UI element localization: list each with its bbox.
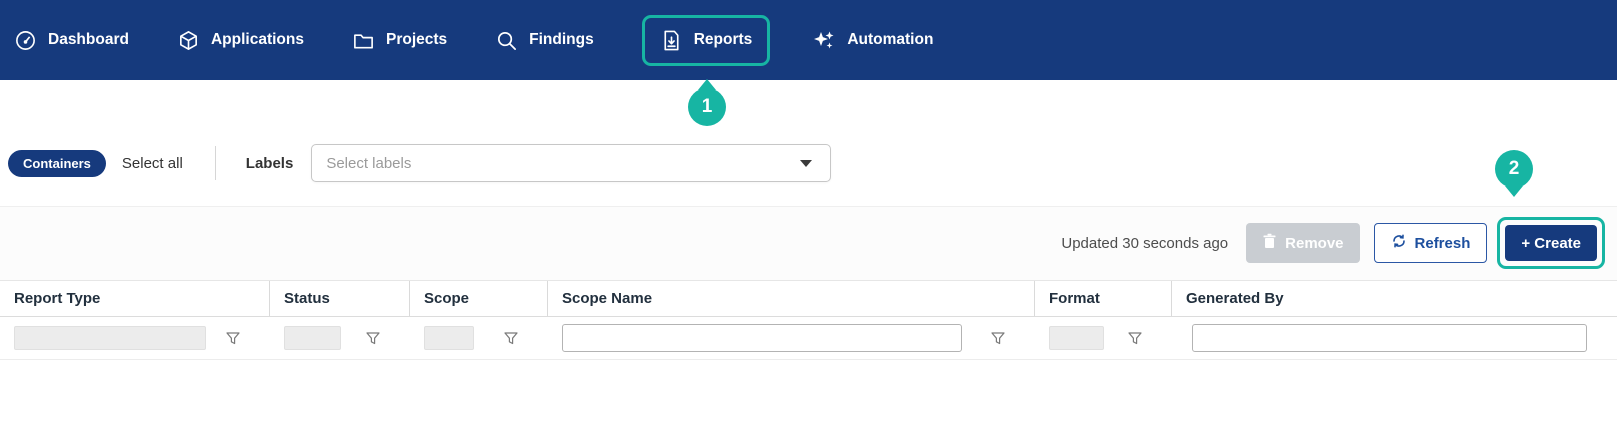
trash-icon xyxy=(1262,233,1277,253)
filter-funnel-icon[interactable] xyxy=(1128,332,1142,345)
reports-icon xyxy=(660,29,683,52)
filter-cell-report-type xyxy=(0,317,270,359)
nav-label: Applications xyxy=(211,31,304,49)
nav-label: Projects xyxy=(386,31,447,49)
scope-filter-input[interactable] xyxy=(424,326,474,350)
containers-pill[interactable]: Containers xyxy=(8,150,106,177)
refresh-button-label: Refresh xyxy=(1415,235,1471,252)
nav-label: Findings xyxy=(529,31,594,49)
nav-item-findings[interactable]: Findings xyxy=(495,29,594,52)
select-all-option[interactable]: Select all xyxy=(122,155,183,172)
nav-item-dashboard[interactable]: Dashboard xyxy=(14,29,129,52)
report-type-filter-input[interactable] xyxy=(14,326,206,350)
automation-sparkles-icon xyxy=(812,28,836,52)
column-header-status: Status xyxy=(270,281,410,316)
nav-item-automation[interactable]: Automation xyxy=(812,28,933,52)
top-navbar: Dashboard Applications Projects Findings xyxy=(0,0,1617,80)
nav-item-applications[interactable]: Applications xyxy=(177,29,304,52)
table-header-row: Report Type Status Scope Scope Name Form… xyxy=(0,280,1617,317)
select-labels-dropdown[interactable]: Select labels xyxy=(311,144,831,182)
column-header-format: Format xyxy=(1035,281,1172,316)
table-filter-row xyxy=(0,317,1617,360)
filter-bar: Containers Select all Labels Select labe… xyxy=(8,142,1617,184)
annotation-pin-1-label: 1 xyxy=(702,96,713,118)
create-button[interactable]: + Create xyxy=(1505,225,1597,261)
step2-highlight-box: + Create xyxy=(1497,217,1605,269)
toolbar: Updated 30 seconds ago Remove Refresh + … xyxy=(1061,218,1605,268)
filter-cell-scope xyxy=(410,317,548,359)
column-header-generated-by: Generated By xyxy=(1172,281,1617,316)
filter-cell-generated-by xyxy=(1172,317,1617,359)
filter-funnel-icon[interactable] xyxy=(226,332,240,345)
filter-cell-format xyxy=(1035,317,1172,359)
column-header-scope: Scope xyxy=(410,281,548,316)
step1-highlight-box: Reports xyxy=(642,15,771,66)
scope-name-filter-input[interactable] xyxy=(562,324,962,352)
nav-label: Reports xyxy=(694,31,753,49)
nav-item-projects[interactable]: Projects xyxy=(352,29,447,52)
labels-label: Labels xyxy=(246,155,294,172)
nav-item-reports[interactable]: Reports xyxy=(660,29,753,52)
filter-funnel-icon[interactable] xyxy=(366,332,380,345)
column-header-report-type: Report Type xyxy=(0,281,270,316)
remove-button[interactable]: Remove xyxy=(1246,223,1359,263)
create-button-label: + Create xyxy=(1521,235,1581,252)
annotation-pin-2: 2 xyxy=(1495,150,1533,188)
status-filter-input[interactable] xyxy=(284,326,341,350)
updated-status-text: Updated 30 seconds ago xyxy=(1061,235,1228,252)
annotation-pin-1: 1 xyxy=(688,88,726,126)
refresh-icon xyxy=(1391,233,1407,253)
chevron-down-icon xyxy=(800,160,812,167)
filter-cell-status xyxy=(270,317,410,359)
column-header-scope-name: Scope Name xyxy=(548,281,1035,316)
filter-funnel-icon[interactable] xyxy=(991,332,1005,345)
remove-button-label: Remove xyxy=(1285,235,1343,252)
divider xyxy=(215,146,216,180)
annotation-pin-2-label: 2 xyxy=(1509,158,1520,180)
select-labels-placeholder: Select labels xyxy=(326,155,800,172)
projects-icon xyxy=(352,29,375,52)
refresh-button[interactable]: Refresh xyxy=(1374,223,1488,263)
findings-icon xyxy=(495,29,518,52)
filter-funnel-icon[interactable] xyxy=(504,332,518,345)
filter-cell-scope-name xyxy=(548,317,1035,359)
nav-label: Dashboard xyxy=(48,31,129,49)
dashboard-icon xyxy=(14,29,37,52)
generated-by-filter-input[interactable] xyxy=(1192,324,1587,352)
format-filter-input[interactable] xyxy=(1049,326,1104,350)
applications-icon xyxy=(177,29,200,52)
nav-label: Automation xyxy=(847,31,933,49)
